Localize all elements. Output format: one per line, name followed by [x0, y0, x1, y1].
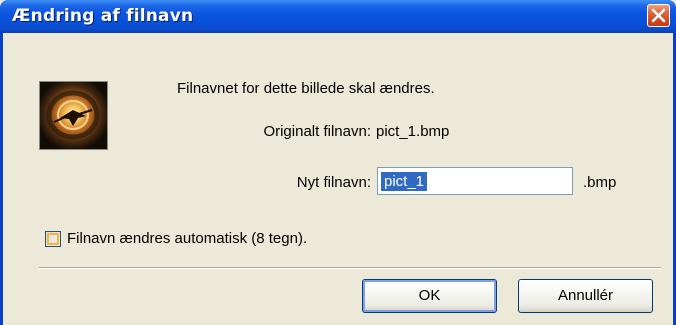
file-extension: .bmp — [583, 174, 617, 191]
rename-dialog: Ændring af filnavn Filnavnet for dette b… — [0, 0, 676, 325]
original-filename-value: pict_1.bmp — [376, 123, 450, 140]
title-bar[interactable]: Ændring af filnavn — [0, 0, 676, 33]
new-filename-input[interactable]: pict_1 — [377, 167, 573, 195]
auto-rename-checkbox[interactable] — [45, 231, 61, 247]
auto-rename-label[interactable]: Filnavn ændres automatisk (8 tegn). — [67, 230, 307, 247]
divider-highlight — [39, 268, 661, 269]
new-filename-label: Nyt filnavn: — [296, 174, 371, 191]
window-title: Ændring af filnavn — [12, 6, 194, 26]
window-border-left — [0, 33, 3, 325]
new-filename-value: pict_1 — [381, 172, 428, 191]
ok-button[interactable]: OK — [362, 279, 497, 313]
close-button[interactable] — [647, 4, 670, 27]
info-message: Filnavnet for dette billede skal ændres. — [177, 80, 435, 97]
original-filename-label: Originalt filnavn: — [263, 123, 371, 140]
close-icon — [651, 8, 666, 23]
image-thumbnail-icon — [39, 81, 108, 150]
cancel-button[interactable]: Annullér — [518, 279, 653, 313]
